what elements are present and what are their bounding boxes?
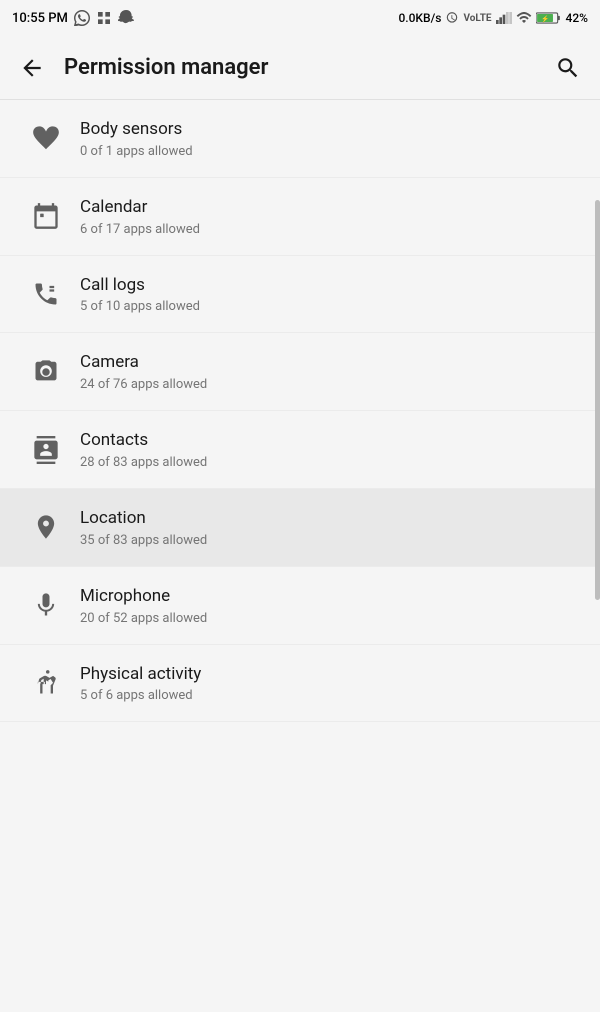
permission-item-body-sensors[interactable]: Body sensors 0 of 1 apps allowed xyxy=(0,100,600,178)
svg-text:⚡: ⚡ xyxy=(541,15,549,23)
camera-text: Camera 24 of 76 apps allowed xyxy=(72,351,580,392)
microphone-name: Microphone xyxy=(80,585,580,609)
permission-item-physical-activity[interactable]: Physical activity 5 of 6 apps allowed xyxy=(0,645,600,723)
microphone-sub: 20 of 52 apps allowed xyxy=(80,611,580,626)
permission-item-camera[interactable]: Camera 24 of 76 apps allowed xyxy=(0,333,600,411)
body-sensors-icon xyxy=(20,124,72,152)
permission-item-calendar[interactable]: Calendar 6 of 17 apps allowed xyxy=(0,178,600,256)
camera-name: Camera xyxy=(80,351,580,375)
signal-icon xyxy=(496,11,512,25)
physical-activity-icon xyxy=(20,669,72,697)
search-icon xyxy=(555,55,581,81)
status-bar: 10:55 PM 0.0KB/s VoLTE ⚡ 42% xyxy=(0,0,600,36)
calendar-text: Calendar 6 of 17 apps allowed xyxy=(72,196,580,237)
search-button[interactable] xyxy=(544,44,592,92)
camera-icon xyxy=(20,358,72,386)
body-sensors-name: Body sensors xyxy=(80,118,580,142)
app-bar: Permission manager xyxy=(0,36,600,100)
physical-activity-text: Physical activity 5 of 6 apps allowed xyxy=(72,663,580,704)
permission-item-location[interactable]: Location 35 of 83 apps allowed xyxy=(0,489,600,567)
body-sensors-sub: 0 of 1 apps allowed xyxy=(80,144,580,159)
volte-icon: VoLTE xyxy=(463,13,491,24)
back-arrow-icon xyxy=(19,55,45,81)
contacts-icon xyxy=(20,436,72,464)
snapchat-icon xyxy=(118,10,134,26)
battery-percent: 42% xyxy=(566,11,588,25)
calendar-sub: 6 of 17 apps allowed xyxy=(80,222,580,237)
location-icon xyxy=(20,513,72,541)
wifi-icon xyxy=(516,11,532,25)
permission-item-microphone[interactable]: Microphone 20 of 52 apps allowed xyxy=(0,567,600,645)
grid-icon xyxy=(96,10,112,26)
permission-list: Body sensors 0 of 1 apps allowed Calenda… xyxy=(0,100,600,722)
calendar-name: Calendar xyxy=(80,196,580,220)
whatsapp-icon xyxy=(74,10,90,26)
permission-item-call-logs[interactable]: Call logs 5 of 10 apps allowed xyxy=(0,256,600,334)
page-title: Permission manager xyxy=(56,55,544,80)
alarm-icon xyxy=(445,11,459,25)
battery-icon: ⚡ xyxy=(536,11,562,25)
calendar-icon xyxy=(20,202,72,230)
location-name: Location xyxy=(80,507,580,531)
call-logs-name: Call logs xyxy=(80,274,580,298)
microphone-icon xyxy=(20,591,72,619)
call-logs-text: Call logs 5 of 10 apps allowed xyxy=(72,274,580,315)
body-sensors-text: Body sensors 0 of 1 apps allowed xyxy=(72,118,580,159)
camera-sub: 24 of 76 apps allowed xyxy=(80,377,580,392)
call-logs-sub: 5 of 10 apps allowed xyxy=(80,299,580,314)
status-right: 0.0KB/s VoLTE ⚡ 42% xyxy=(398,11,588,25)
microphone-text: Microphone 20 of 52 apps allowed xyxy=(72,585,580,626)
scrollbar[interactable] xyxy=(595,200,600,600)
status-time: 10:55 PM xyxy=(12,11,68,26)
back-button[interactable] xyxy=(8,44,56,92)
physical-activity-name: Physical activity xyxy=(80,663,580,687)
call-logs-icon xyxy=(20,280,72,308)
permission-item-contacts[interactable]: Contacts 28 of 83 apps allowed xyxy=(0,411,600,489)
location-sub: 35 of 83 apps allowed xyxy=(80,533,580,548)
contacts-name: Contacts xyxy=(80,429,580,453)
physical-activity-sub: 5 of 6 apps allowed xyxy=(80,688,580,703)
data-speed: 0.0KB/s xyxy=(398,11,441,25)
contacts-sub: 28 of 83 apps allowed xyxy=(80,455,580,470)
contacts-text: Contacts 28 of 83 apps allowed xyxy=(72,429,580,470)
location-text: Location 35 of 83 apps allowed xyxy=(72,507,580,548)
status-left: 10:55 PM xyxy=(12,10,134,26)
